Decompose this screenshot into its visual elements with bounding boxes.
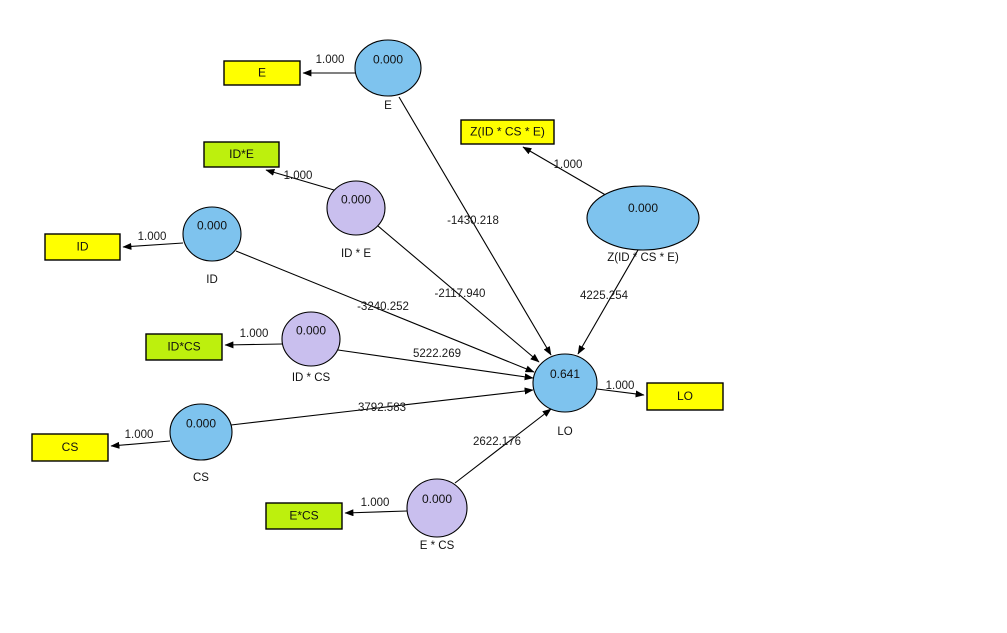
edge-e-CS-boxCS [110,440,171,449]
edge-label-e-IDxCS-LO: 5222.269 [413,348,461,360]
latent-node-value: 0.000 [186,416,216,430]
edge-label-e-E-LO: -1430.218 [447,215,499,227]
latent-node-shape[interactable] [406,478,468,538]
latent-node-shape[interactable] [182,206,242,262]
indicator-box-label: E*CS [289,509,318,523]
edge-label-e-CS-LO: 3792.583 [358,402,406,414]
latent-node-IDxE[interactable]: 0.000 ID * E [326,180,386,260]
edge-arrow [522,146,610,198]
indicator-box-CS[interactable]: CS [31,433,109,462]
edge-label-e-IDxE-boxIDE: 1.000 [284,170,313,182]
latent-node-E[interactable]: 0.000 E [354,39,422,112]
edge-label-e-IDxCS-boxIDCS: 1.000 [240,328,269,340]
latent-node-ZIDCSE[interactable]: 0.000 Z(ID * CS * E) [586,185,700,264]
edge-arrow [344,509,408,517]
indicator-box-ZIDCSE[interactable]: Z(ID * CS * E) [460,119,555,145]
latent-node-caption: Z(ID * CS * E) [607,252,679,264]
latent-node-caption: E [384,100,392,112]
indicator-box-label: ID*E [229,147,254,161]
latent-node-value: 0.000 [422,492,452,506]
edge-label-e-ExCS-LO: 2622.176 [473,436,521,448]
latent-node-shape[interactable] [354,39,422,97]
latent-node-ExCS[interactable]: 0.000 E * CS [406,478,468,552]
indicator-box-IDE[interactable]: ID*E [203,141,280,168]
edge-arrow [122,242,184,250]
latent-node-caption: ID * CS [292,372,331,384]
latent-node-caption: ID [206,274,218,286]
edge-e-ExCS-boxECS [344,509,408,517]
edge-e-ID-boxID [122,242,184,250]
latent-node-value: 0.000 [341,193,371,207]
latent-node-caption: E * CS [420,540,455,552]
indicator-box-label: CS [62,440,79,454]
indicator-box-IDCS[interactable]: ID*CS [145,333,223,361]
edge-e-IDxCS-boxIDCS [224,341,283,349]
indicator-box-ECS[interactable]: E*CS [265,502,343,530]
edge-label-e-ID-LO: -3240.252 [357,301,409,313]
edge-label-e-ExCS-boxECS: 1.000 [361,497,390,509]
indicator-box-ID[interactable]: ID [44,233,121,261]
latent-node-value: 0.000 [628,201,658,215]
latent-node-caption: CS [193,472,209,484]
latent-node-ID[interactable]: 0.000 ID [182,206,242,286]
latent-node-IDxCS[interactable]: 0.000 ID * CS [281,311,341,384]
latent-node-value: 0.000 [296,324,326,338]
indicator-box-LO[interactable]: LO [646,382,724,411]
edge-label-e-E-boxE: 1.000 [316,54,345,66]
edge-label-e-ID-boxID: 1.000 [138,231,167,243]
latent-node-shape[interactable] [169,403,233,461]
latent-node-value: 0.000 [373,52,403,66]
latent-node-shape[interactable] [281,311,341,367]
edge-label-e-IDxE-LO: -2117.940 [435,288,486,300]
edge-arrow [224,341,283,349]
edge-label-e-LO-boxLO: 1.000 [606,380,635,392]
latent-node-LO[interactable]: 0.641 LO [532,353,598,438]
indicator-box-label: ID [77,240,89,254]
latent-node-shape[interactable] [326,180,386,236]
latent-node-shape[interactable] [586,185,700,251]
indicator-box-label: ID*CS [167,340,200,354]
edge-arrow [110,440,171,449]
latent-node-CS[interactable]: 0.000 CS [169,403,233,484]
diagram-canvas: E Z(ID * CS * E) ID*E ID ID*CS LO CS E*CS 0.000… [31,39,724,552]
indicator-box-label: Z(ID * CS * E) [470,125,545,139]
latent-node-caption: LO [557,426,572,438]
latent-node-caption: ID * E [341,248,371,260]
latent-node-shape[interactable] [532,353,598,413]
sem-path-diagram: E Z(ID * CS * E) ID*E ID ID*CS LO CS E*CS 0.000… [0,0,1007,633]
edge-label-e-ZIDCSE-box: 1.000 [554,159,583,171]
indicator-box-label: E [258,66,266,80]
indicator-box-label: LO [677,389,693,403]
latent-node-value: 0.000 [197,219,227,233]
indicator-box-E[interactable]: E [223,60,301,86]
edge-label-e-ZIDCSE-LO: 4225.254 [580,290,629,302]
edge-label-e-CS-boxCS: 1.000 [125,429,154,441]
edge-e-ZIDCSE-box [522,146,610,198]
latent-node-value: 0.641 [550,367,580,381]
